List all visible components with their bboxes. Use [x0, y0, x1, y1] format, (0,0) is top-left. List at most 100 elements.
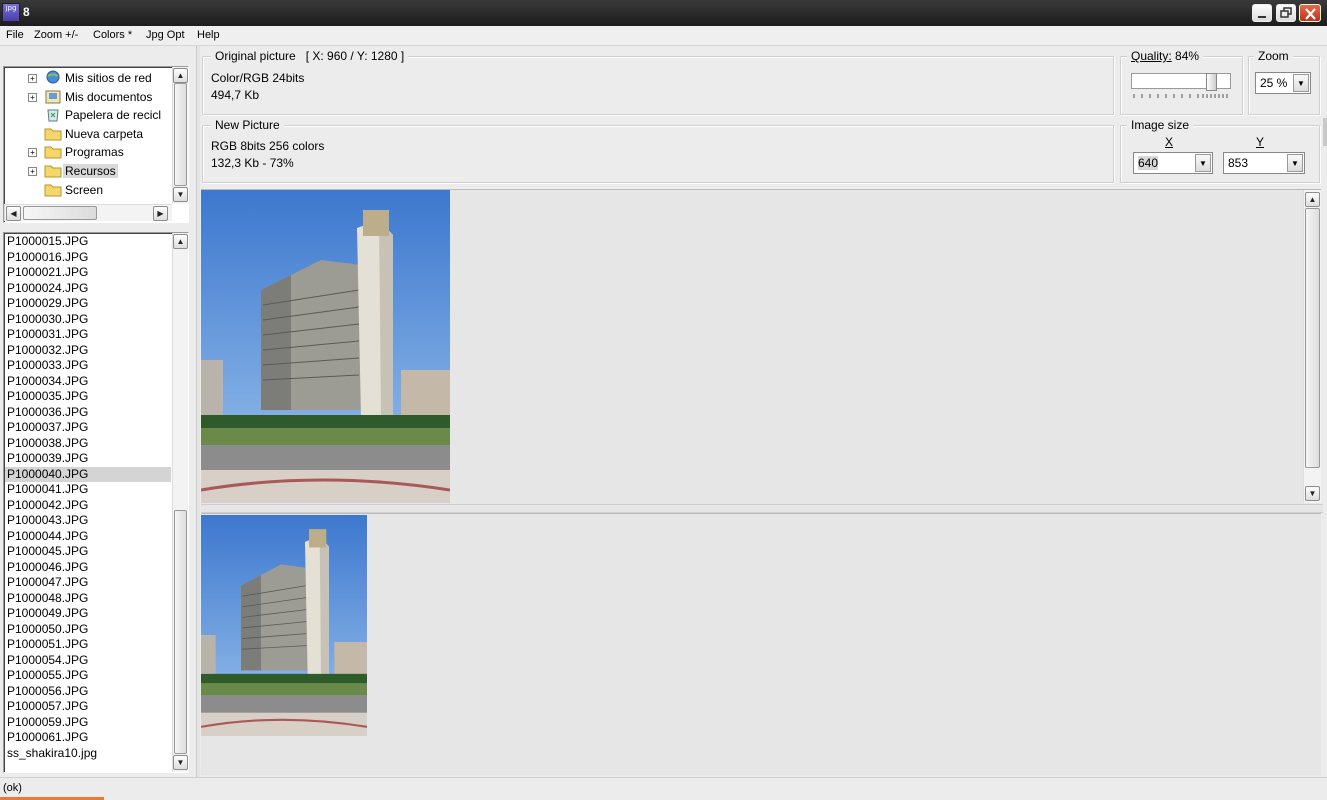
file-list-item[interactable]: P1000061.JPG: [5, 730, 171, 746]
minimize-button[interactable]: [1252, 4, 1272, 22]
expand-icon[interactable]: +: [28, 92, 37, 102]
file-list-item[interactable]: P1000021.JPG: [5, 265, 171, 281]
edge-grip: [1323, 118, 1327, 146]
tree-scroll-thumb[interactable]: [174, 83, 187, 186]
restore-button[interactable]: [1276, 4, 1296, 22]
tree-item[interactable]: + Recursos: [4, 162, 174, 180]
scroll-down-icon[interactable]: ▼: [173, 187, 188, 202]
file-list-item[interactable]: P1000015.JPG: [5, 234, 171, 250]
file-list-item[interactable]: P1000035.JPG: [5, 389, 171, 405]
file-list-item[interactable]: P1000016.JPG: [5, 250, 171, 266]
horizontal-splitter[interactable]: [201, 504, 1323, 513]
image-size-group: Image size X Y 640 ▼ 853 ▼: [1120, 118, 1320, 183]
tree-horizontal-scrollbar[interactable]: ◀ ▶: [4, 204, 172, 221]
file-list-item[interactable]: P1000049.JPG: [5, 606, 171, 622]
file-list-item[interactable]: P1000031.JPG: [5, 327, 171, 343]
menu-colors[interactable]: Colors *: [93, 29, 132, 41]
file-list[interactable]: P1000015.JPG P1000016.JPG P1000021.JPG P100…: [3, 232, 189, 773]
file-list-item[interactable]: P1000036.JPG: [5, 405, 171, 421]
file-list-item[interactable]: P1000033.JPG: [5, 358, 171, 374]
file-list-item[interactable]: P1000039.JPG: [5, 451, 171, 467]
recycle-bin-icon: [47, 109, 59, 122]
file-list-item[interactable]: P1000038.JPG: [5, 436, 171, 452]
file-list-item[interactable]: P1000032.JPG: [5, 343, 171, 359]
file-vertical-scrollbar[interactable]: ▲ ▼: [172, 233, 188, 772]
menu-zoom[interactable]: Zoom +/-: [34, 29, 78, 41]
image-vertical-scrollbar[interactable]: ▲ ▼: [1303, 190, 1321, 503]
tree-vertical-scrollbar[interactable]: ▲ ▼: [172, 67, 188, 204]
new-photo: [201, 515, 367, 736]
file-list-item[interactable]: P1000048.JPG: [5, 591, 171, 607]
tree-item[interactable]: Screen: [4, 181, 174, 199]
width-select[interactable]: 640 ▼: [1133, 152, 1213, 174]
zoom-select[interactable]: 25 % ▼: [1255, 72, 1311, 94]
menu-file[interactable]: File: [6, 29, 24, 41]
scroll-up-icon[interactable]: ▲: [173, 68, 188, 83]
window-title: 8: [23, 5, 30, 19]
file-list-item[interactable]: P1000054.JPG: [5, 653, 171, 669]
height-select[interactable]: 853 ▼: [1223, 152, 1305, 174]
folder-tree[interactable]: + Mis sitios de red + Mis documentos Papeler…: [3, 66, 189, 223]
scroll-down-icon[interactable]: ▼: [173, 755, 188, 770]
file-list-item[interactable]: P1000045.JPG: [5, 544, 171, 560]
scroll-right-icon[interactable]: ▶: [153, 206, 168, 221]
file-list-item[interactable]: P1000059.JPG: [5, 715, 171, 731]
file-list-item[interactable]: P1000047.JPG: [5, 575, 171, 591]
height-value: 853: [1228, 156, 1249, 170]
file-list-item[interactable]: P1000051.JPG: [5, 637, 171, 653]
file-list-item[interactable]: P1000040.JPG: [5, 466, 171, 482]
file-list-item[interactable]: P1000030.JPG: [5, 312, 171, 328]
scroll-up-icon[interactable]: ▲: [173, 234, 188, 249]
folder-icon: [44, 165, 62, 178]
tree-item[interactable]: + Mis documentos: [4, 88, 174, 106]
file-list-item[interactable]: ss_shakira10.jpg: [5, 746, 171, 762]
menu-jpg-opt[interactable]: Jpg Opt: [146, 29, 185, 41]
new-image-view[interactable]: [201, 513, 1321, 775]
tree-item[interactable]: Papelera de recicl: [4, 106, 174, 124]
file-list-item[interactable]: P1000024.JPG: [5, 281, 171, 297]
original-image-view[interactable]: ▲ ▼: [201, 189, 1321, 504]
app-icon[interactable]: jpg: [2, 3, 20, 22]
file-list-item[interactable]: P1000044.JPG: [5, 529, 171, 545]
file-list-item[interactable]: P1000034.JPG: [5, 374, 171, 390]
chevron-down-icon[interactable]: ▼: [1195, 154, 1211, 172]
restore-icon: [1280, 7, 1292, 18]
file-list-item[interactable]: P1000057.JPG: [5, 699, 171, 715]
file-list-item[interactable]: P1000042.JPG: [5, 498, 171, 514]
scroll-left-icon[interactable]: ◀: [6, 206, 21, 221]
image-scroll-thumb[interactable]: [1305, 208, 1320, 468]
network-icon: [46, 70, 60, 84]
file-list-item[interactable]: P1000050.JPG: [5, 622, 171, 638]
close-button[interactable]: [1299, 4, 1321, 22]
zoom-group: Zoom 25 % ▼: [1248, 49, 1320, 115]
tree-item-label: Papelera de recicl: [65, 108, 162, 123]
file-scroll-thumb[interactable]: [174, 510, 187, 754]
folder-icon: [44, 146, 62, 159]
original-photo: [201, 190, 450, 503]
chevron-down-icon[interactable]: ▼: [1293, 74, 1309, 92]
expand-icon[interactable]: +: [28, 74, 37, 83]
vertical-splitter[interactable]: [196, 46, 200, 777]
file-list-item[interactable]: P1000029.JPG: [5, 296, 171, 312]
tree-item[interactable]: + Programas: [4, 143, 174, 161]
file-list-item[interactable]: P1000056.JPG: [5, 684, 171, 700]
tree-item[interactable]: Nueva carpeta: [4, 125, 174, 143]
status-text: (ok): [3, 782, 22, 794]
scroll-up-icon[interactable]: ▲: [1305, 192, 1320, 207]
file-list-item[interactable]: P1000037.JPG: [5, 420, 171, 436]
file-list-item[interactable]: P1000043.JPG: [5, 513, 171, 529]
file-list-item[interactable]: P1000041.JPG: [5, 482, 171, 498]
chevron-down-icon[interactable]: ▼: [1287, 154, 1303, 172]
tree-hscroll-thumb[interactable]: [23, 206, 97, 220]
zoom-label: Zoom: [1254, 49, 1293, 63]
scroll-down-icon[interactable]: ▼: [1305, 486, 1320, 501]
file-list-item[interactable]: P1000046.JPG: [5, 560, 171, 576]
quality-slider[interactable]: [1131, 73, 1231, 91]
status-bar: (ok): [0, 777, 1327, 800]
menu-help[interactable]: Help: [197, 29, 220, 41]
file-list-item[interactable]: P1000055.JPG: [5, 668, 171, 684]
expand-icon[interactable]: +: [28, 148, 37, 158]
tree-item[interactable]: + Mis sitios de red: [4, 69, 174, 87]
expand-icon[interactable]: +: [28, 167, 37, 176]
quality-slider-thumb[interactable]: [1206, 73, 1217, 91]
